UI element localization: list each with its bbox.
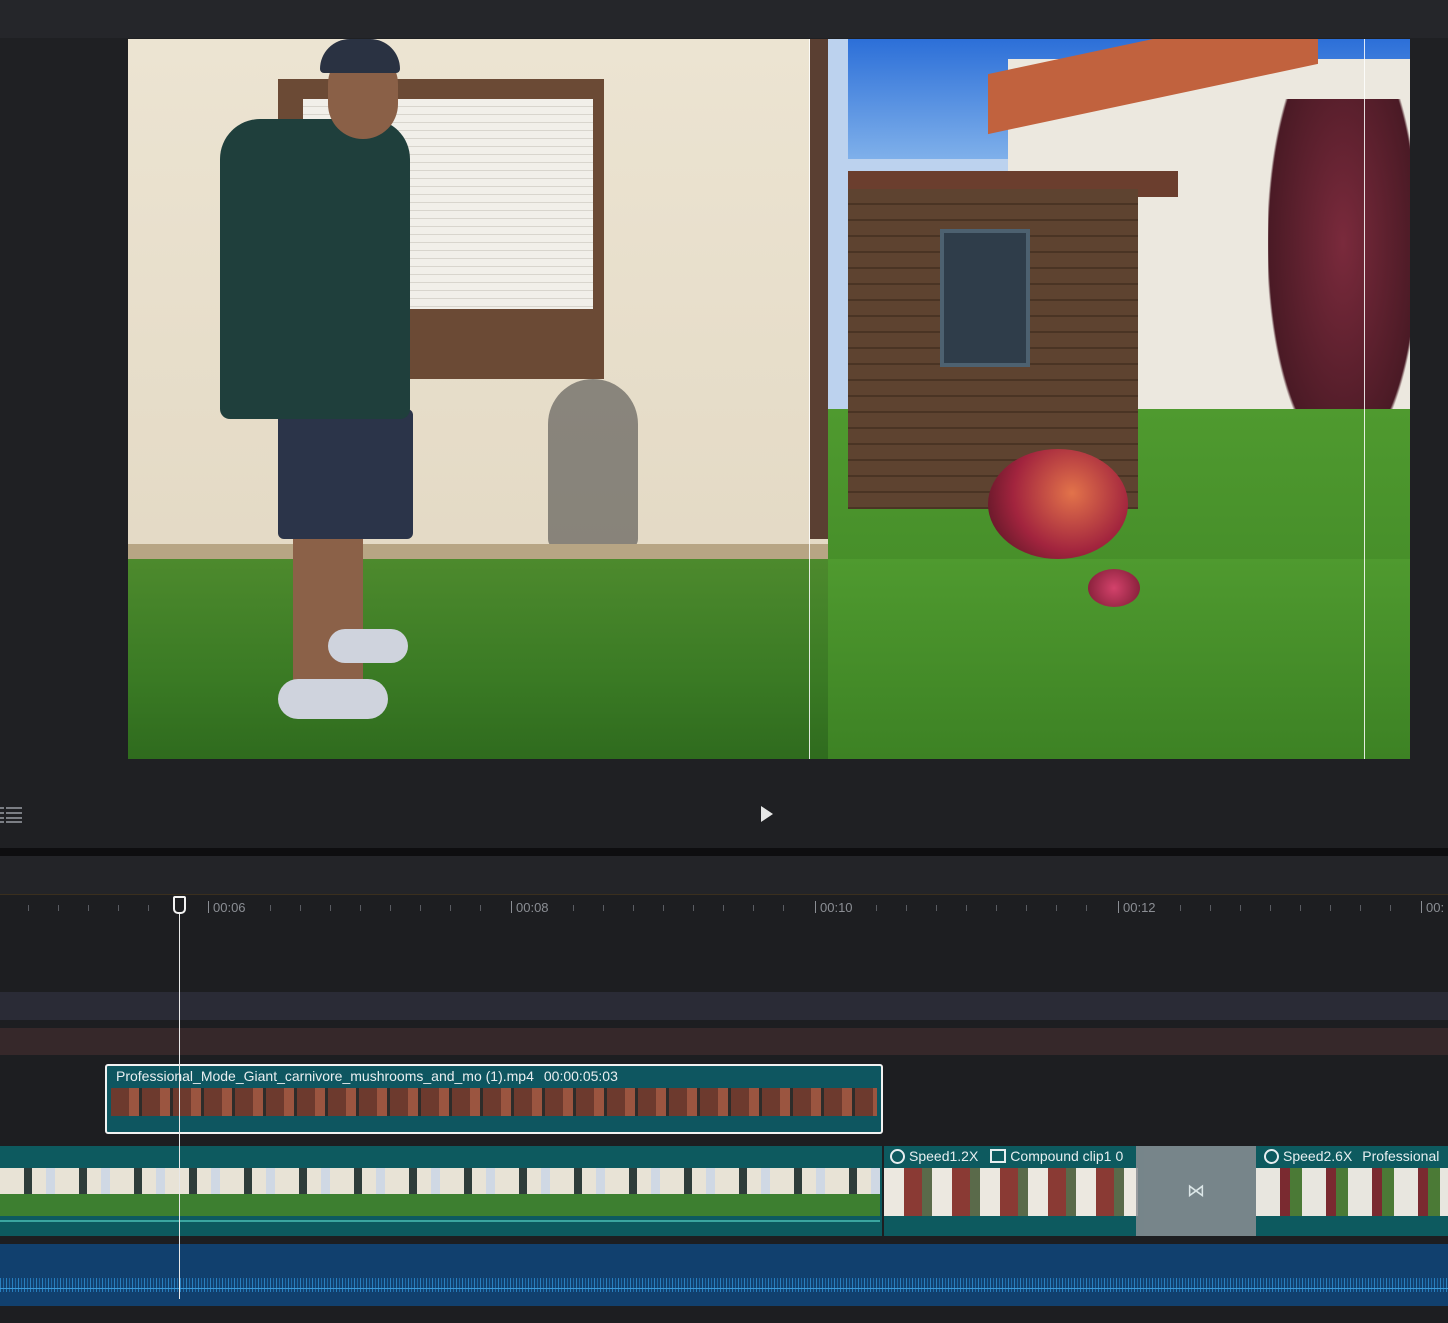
play-icon[interactable] [761, 806, 773, 822]
playhead-line [179, 899, 180, 1299]
guide-line-right [1364, 39, 1365, 759]
scene-person-shorts [278, 409, 413, 539]
ruler-tick [420, 905, 421, 911]
ruler-tick [28, 905, 29, 911]
ruler-tick [663, 905, 664, 911]
ruler-tick [693, 905, 694, 911]
compound-clip-label: Compound clip1 [1010, 1148, 1112, 1164]
ruler-label-00-10: 00:10 [815, 900, 853, 915]
speed-icon [890, 1148, 905, 1164]
ruler-label-00-14: 00: [1421, 900, 1444, 915]
scene-tree [1268, 99, 1410, 459]
ruler-tick [573, 905, 574, 911]
ruler-tick [603, 905, 604, 911]
preview-panel [0, 0, 1448, 848]
ruler-tick [270, 905, 271, 911]
ruler-tick [480, 905, 481, 911]
ruler-tick [390, 905, 391, 911]
ruler-tick [1300, 905, 1301, 911]
segment-clip-name: Professional [1362, 1148, 1440, 1164]
scene-shadow [548, 379, 638, 549]
compound-clip-icon [990, 1149, 1007, 1163]
panel-divider[interactable] [0, 848, 1448, 856]
ruler-tick [1330, 905, 1331, 911]
scene-person-cap [320, 39, 400, 73]
selected-video-clip[interactable]: Professional_Mode_Giant_carnivore_mushro… [105, 1064, 883, 1134]
ruler-tick [58, 905, 59, 911]
compound-clip-segment[interactable]: Speed1.2X Compound clip1 0 [882, 1146, 1138, 1236]
scene-person-shirt [220, 119, 410, 419]
ruler-tick [300, 905, 301, 911]
timeline-ruler[interactable]: 00:06 00:08 00:10 00:12 00: [0, 894, 1448, 921]
ruler-tick [118, 905, 119, 911]
main-clip-baseline [0, 1220, 880, 1222]
clip-thumbnail-strip [111, 1088, 877, 1116]
guide-line-left [809, 39, 810, 759]
segment-thumbnail-strip [1256, 1168, 1448, 1216]
ruler-tick [753, 905, 754, 911]
speed-label: Speed2.6X [1283, 1148, 1353, 1164]
main-clip-thumbnail-strip [0, 1168, 880, 1216]
ruler-tick [996, 905, 997, 911]
video-preview-frame[interactable] [128, 39, 1410, 759]
timeline-toolbar [0, 856, 1448, 894]
ruler-tick [1390, 905, 1391, 911]
scene-person-shoe-back [328, 629, 408, 663]
ruler-tick [1240, 905, 1241, 911]
track-filters[interactable] [0, 1028, 1448, 1055]
ruler-tick [1056, 905, 1057, 911]
list-view-icon[interactable] [0, 806, 22, 824]
ruler-tick [633, 905, 634, 911]
ruler-tick [783, 905, 784, 911]
clip-title: Professional_Mode_Giant_carnivore_mushro… [116, 1068, 618, 1084]
ruler-tick [876, 905, 877, 911]
ruler-tick [723, 905, 724, 911]
ruler-label-00-12: 00:12 [1118, 900, 1156, 915]
ruler-tick [936, 905, 937, 911]
ruler-tick [450, 905, 451, 911]
segment-thumbnail-strip [884, 1168, 1138, 1216]
segment-label: Speed1.2X Compound clip1 0 [890, 1148, 1123, 1164]
playhead-handle[interactable] [173, 896, 186, 914]
preview-top-bar [0, 0, 1448, 38]
scene-person-legs [293, 539, 363, 689]
segment-extra-label: 0 [1115, 1148, 1124, 1164]
ruler-tick [966, 905, 967, 911]
speed-clip-segment[interactable]: Speed2.6X Professional [1256, 1146, 1448, 1236]
clip-duration: 00:00:05:03 [543, 1068, 618, 1084]
audio-waveform [0, 1278, 1448, 1292]
transition-block[interactable]: ⋈ [1136, 1146, 1256, 1236]
scene-small-mushroom [1088, 569, 1140, 607]
scene-giant-mushroom [988, 449, 1128, 559]
speed-label: Speed1.2X [909, 1148, 979, 1164]
track-effects[interactable] [0, 992, 1448, 1020]
ruler-tick [330, 905, 331, 911]
ruler-tick [906, 905, 907, 911]
timeline-panel: 00:06 00:08 00:10 00:12 00: Professional… [0, 856, 1448, 1323]
audio-baseline [0, 1288, 1448, 1289]
audio-track[interactable] [0, 1244, 1448, 1306]
scene-drain-pipe [810, 39, 828, 539]
scene-person-shoe-front [278, 679, 388, 719]
ruler-tick [1270, 905, 1271, 911]
ruler-tick [1360, 905, 1361, 911]
ruler-tick [1086, 905, 1087, 911]
ruler-tick [1210, 905, 1211, 911]
ruler-tick [1026, 905, 1027, 911]
ruler-tick [148, 905, 149, 911]
ruler-tick [1180, 905, 1181, 911]
ruler-tick [88, 905, 89, 911]
ruler-tick [360, 905, 361, 911]
ruler-label-00-08: 00:08 [511, 900, 549, 915]
segment-label: Speed2.6X Professional [1264, 1148, 1439, 1164]
ruler-label-00-06: 00:06 [208, 900, 246, 915]
speed-icon [1264, 1148, 1279, 1164]
transition-bowtie-icon: ⋈ [1187, 1180, 1205, 1201]
scene-shed-window [940, 229, 1030, 367]
